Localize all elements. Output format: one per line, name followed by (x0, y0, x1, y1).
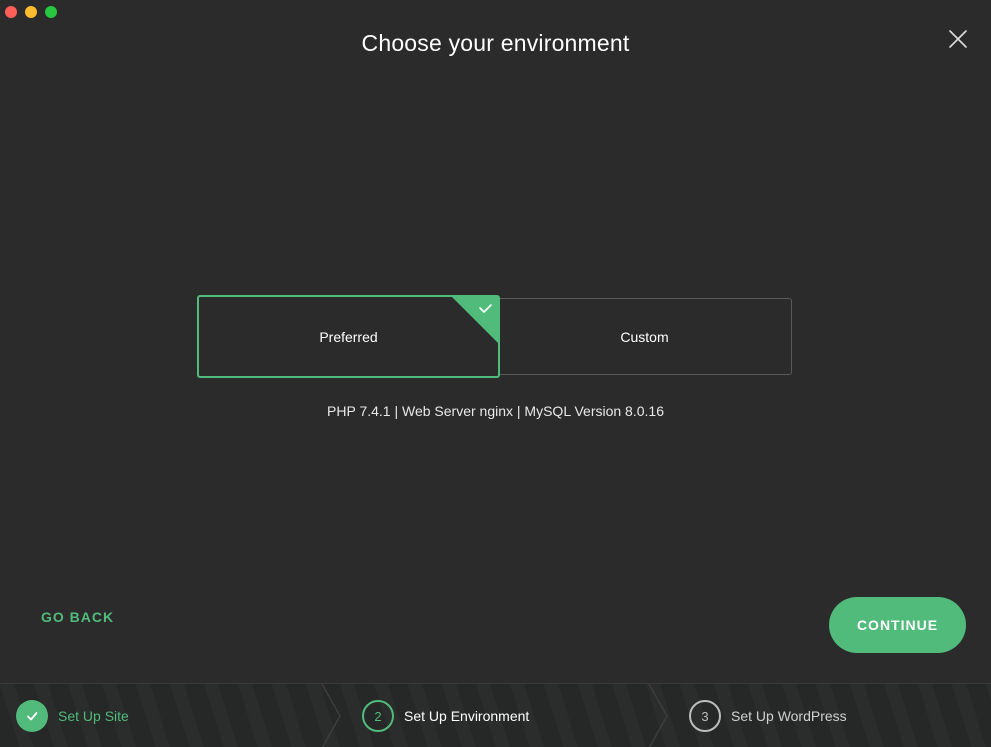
setup-window: Choose your environment Preferred Custom… (0, 0, 991, 747)
selected-corner (450, 297, 498, 345)
close-button[interactable] (947, 28, 969, 50)
step-1-complete (16, 700, 48, 732)
environment-options: Preferred Custom (197, 295, 792, 378)
window-minimize-dot[interactable] (25, 6, 37, 18)
environment-details: PHP 7.4.1 | Web Server nginx | MySQL Ver… (327, 403, 664, 419)
step-number: 2 (362, 700, 394, 732)
window-zoom-dot[interactable] (45, 6, 57, 18)
go-back-button[interactable]: GO BACK (41, 609, 114, 625)
window-close-dot[interactable] (5, 6, 17, 18)
close-icon (949, 30, 967, 48)
window-controls (5, 6, 57, 18)
option-preferred[interactable]: Preferred (197, 295, 500, 378)
step-number: 3 (689, 700, 721, 732)
step-label: Set Up Site (58, 708, 129, 724)
page-title: Choose your environment (361, 30, 630, 56)
continue-button[interactable]: CONTINUE (829, 597, 966, 653)
check-icon (27, 712, 38, 721)
option-custom[interactable]: Custom (498, 298, 792, 375)
setup-stepper: Set Up Site 2 Set Up Environment 3 Set U… (0, 683, 991, 747)
step-label: Set Up Environment (404, 708, 530, 724)
option-custom-label: Custom (620, 328, 669, 345)
option-preferred-label: Preferred (319, 328, 378, 345)
step-set-up-site: Set Up Site (16, 684, 129, 747)
step-set-up-environment: 2 Set Up Environment (362, 684, 529, 747)
step-label: Set Up WordPress (731, 708, 847, 724)
step-set-up-wordpress: 3 Set Up WordPress (689, 684, 847, 747)
check-icon (452, 297, 498, 343)
